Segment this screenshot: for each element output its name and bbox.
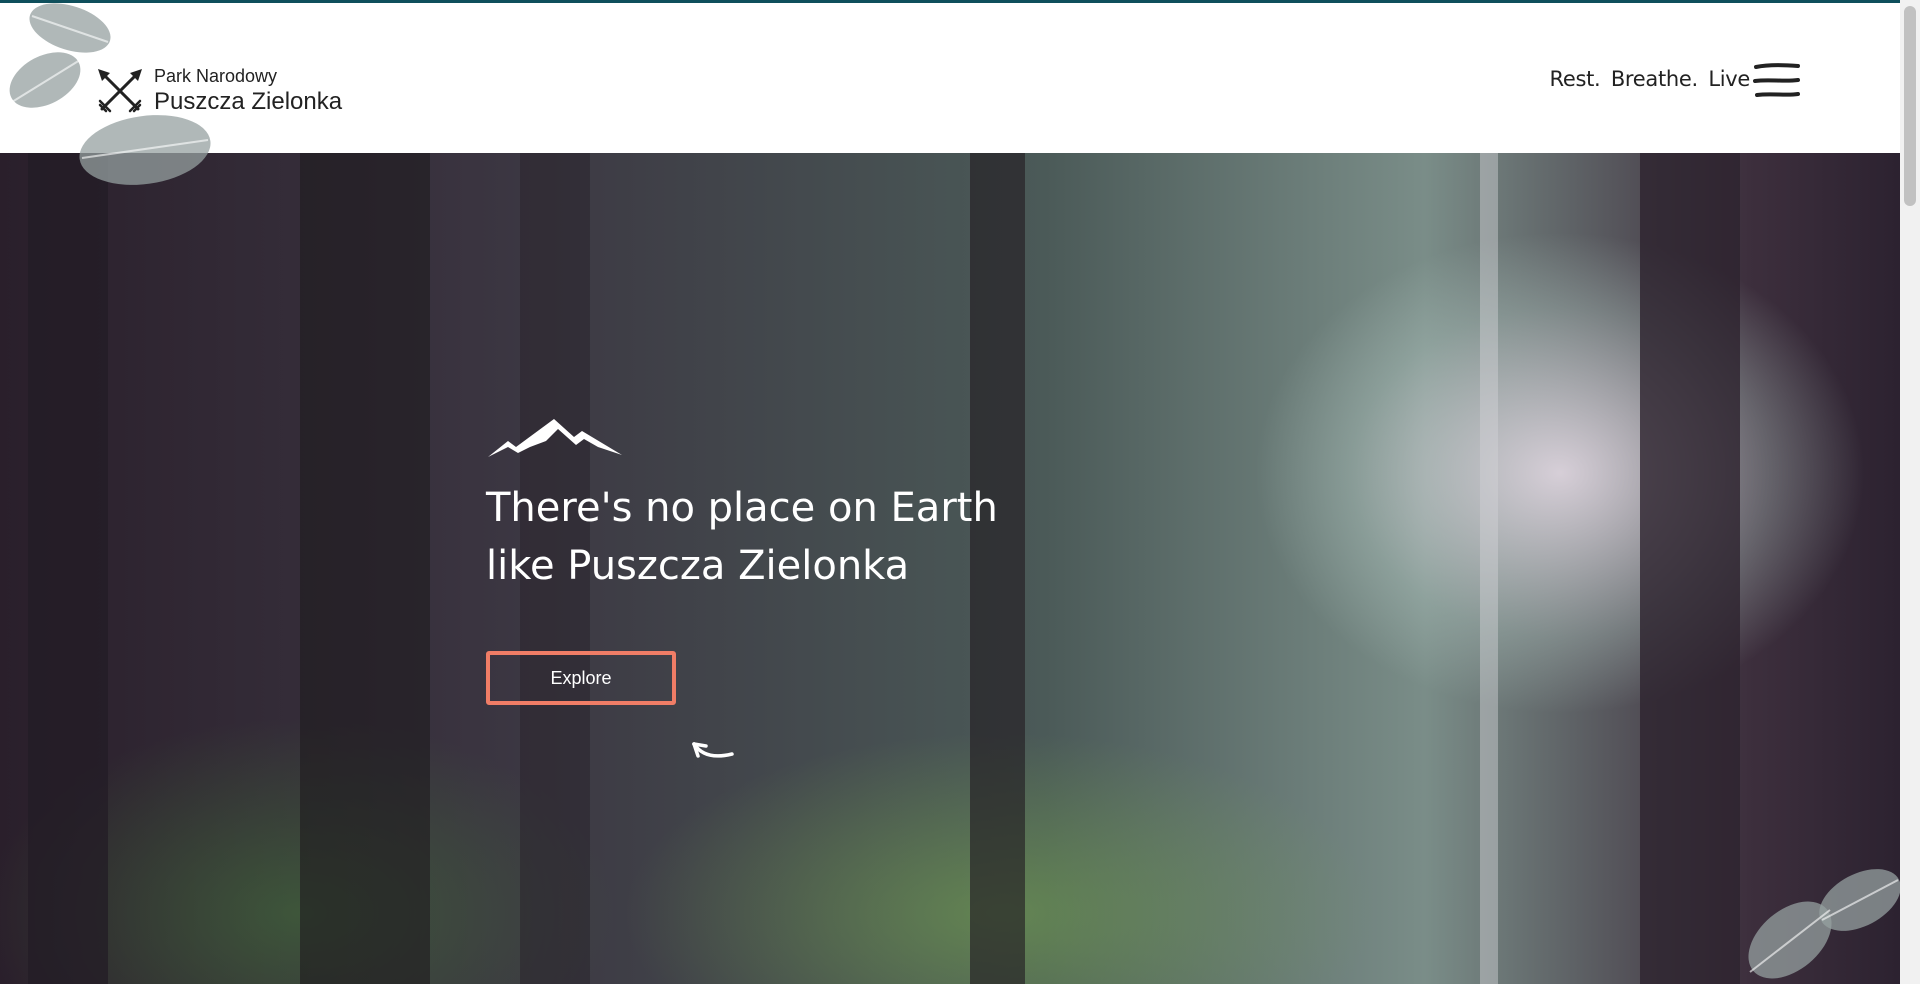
hero-title-line2: like Puszcza Zielonka — [486, 543, 910, 589]
tagline-live: Live — [1708, 67, 1750, 91]
site-header: Park Narodowy Puszcza Zielonka Rest. Bre… — [0, 3, 1900, 153]
decorative-leaves-icon — [1748, 869, 1900, 979]
decorative-leaves-icon — [9, 3, 211, 185]
explore-button[interactable]: Explore — [486, 651, 676, 705]
hero-content: There's no place on Earth like Puszcza Z… — [486, 415, 1006, 705]
hand-drawn-arrow-icon — [692, 742, 734, 758]
hero-title-line1: There's no place on Earth — [486, 485, 998, 531]
hero-title: There's no place on Earth like Puszcza Z… — [486, 479, 1006, 595]
tagline: Rest. Breathe. Live — [1546, 67, 1751, 91]
page-scrollbar[interactable] — [1900, 0, 1920, 984]
hamburger-menu-icon[interactable] — [1752, 61, 1802, 101]
tagline-rest: Rest. — [1549, 67, 1601, 91]
scrollbar-thumb[interactable] — [1904, 6, 1916, 206]
mountain-icon — [488, 419, 622, 457]
hero-section: There's no place on Earth like Puszcza Z… — [0, 153, 1900, 984]
tagline-breathe: Breathe. — [1610, 67, 1698, 91]
